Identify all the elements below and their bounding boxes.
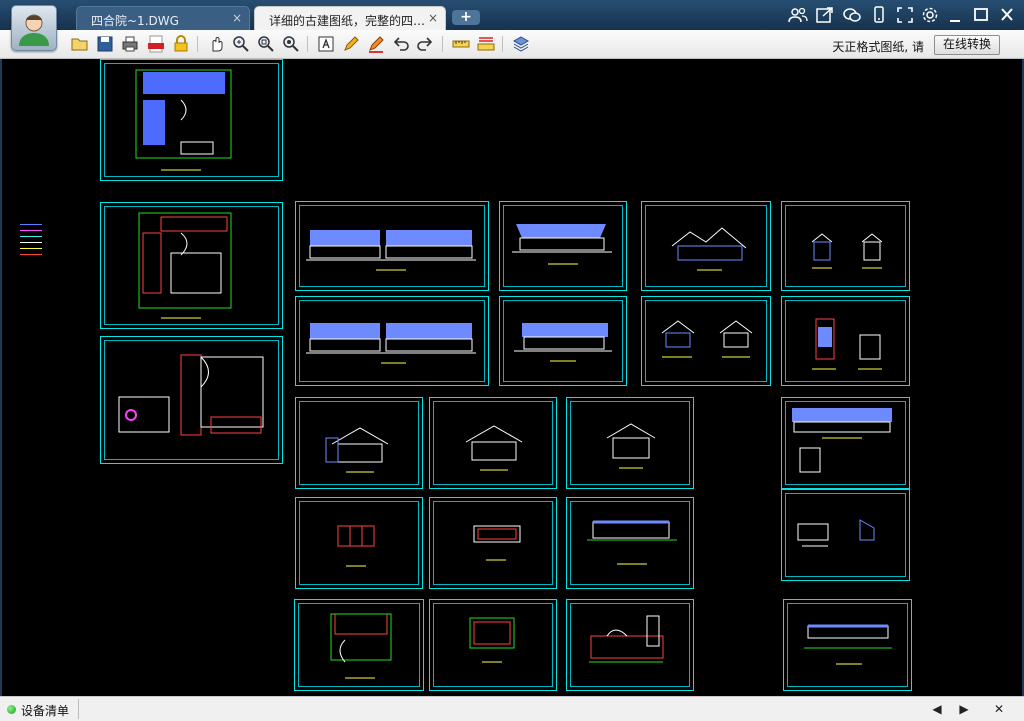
drawing-sheet-plan[interactable] [429,497,557,589]
drawing-sheet-plan[interactable] [429,599,557,691]
tab-detailed-drawing[interactable]: 详细的古建图纸，完整的四… × [254,6,446,30]
drawing-sheet-elevation[interactable] [499,201,627,291]
prev-page-icon[interactable]: ◀ [928,701,946,717]
pan-icon[interactable] [205,33,227,55]
drawing-sheet-elevation[interactable] [499,296,627,386]
toolbar-separator [502,36,503,52]
share-icon[interactable] [815,6,835,24]
new-tab-button[interactable]: + [452,10,480,25]
zoom-in-icon[interactable] [230,33,252,55]
drawing-sheet-detail[interactable] [781,489,910,581]
close-icon[interactable]: × [428,11,438,25]
drawing-canvas[interactable] [2,59,1022,696]
drawing-sheet-plan[interactable] [566,599,694,691]
next-page-icon[interactable]: ▶ [955,701,973,717]
toolbar-separator [442,36,443,52]
mobile-icon[interactable] [869,6,889,24]
drawing-sheet-section[interactable] [641,296,771,386]
text-icon[interactable] [315,33,337,55]
toolbar: 天正格式图纸, 请 在线转换 [0,30,1024,59]
chat-icon[interactable] [842,6,862,24]
legend-line [20,230,42,231]
online-convert-button[interactable]: 在线转换 [933,35,1000,55]
maximize-icon[interactable] [971,6,991,24]
legend-line [20,254,42,255]
avatar[interactable] [11,5,57,51]
equipment-list-label[interactable]: 设备清单 [21,702,69,719]
legend-line [20,248,42,249]
save-icon[interactable] [94,33,116,55]
legend-line [20,236,42,237]
layers-icon[interactable] [510,33,532,55]
drawing-sheet-plan[interactable] [295,497,423,589]
drawing-sheet-elevation[interactable] [781,397,910,489]
zoom-window-icon[interactable] [255,33,277,55]
drawing-sheet-section[interactable] [429,397,557,489]
drawing-sheet-plan[interactable] [100,202,283,329]
toolbar-separator [307,36,308,52]
undo-icon[interactable] [390,33,412,55]
convert-hint-text: 天正格式图纸, 请 [832,40,924,54]
open-folder-icon[interactable] [69,33,91,55]
measure-icon[interactable] [450,33,472,55]
tab-label: 详细的古建图纸，完整的四… [269,14,426,28]
close-icon[interactable] [997,6,1017,24]
legend-line [20,224,42,225]
drawing-sheet-plan[interactable] [100,336,283,464]
drawing-sheet-elevation[interactable] [783,599,912,691]
drawing-sheet-plan[interactable] [100,59,283,181]
status-separator [78,699,79,719]
status-indicator-icon [7,705,16,714]
close-icon[interactable]: × [232,11,242,25]
redo-icon[interactable] [414,33,436,55]
close-panel-icon[interactable]: ✕ [990,701,1008,717]
toolbar-separator [197,36,198,52]
drawing-sheet-elevation[interactable] [295,201,489,291]
pdf-icon[interactable] [145,33,167,55]
layer-legend [20,224,42,260]
users-icon[interactable] [788,6,808,24]
drawing-sheet-elevation[interactable] [295,296,489,386]
highlighter-icon[interactable] [365,33,387,55]
legend-line [20,242,42,243]
drawing-sheet-plan[interactable] [294,599,424,691]
drawing-sheet-detail[interactable] [781,296,910,386]
drawing-sheet-section[interactable] [641,201,771,291]
print-icon[interactable] [119,33,141,55]
pencil-icon[interactable] [340,33,362,55]
tab-siheyuan-dwg[interactable]: 四合院~1.DWG × [76,6,250,30]
fullscreen-icon[interactable] [895,6,915,24]
tab-label: 四合院~1.DWG [91,14,179,28]
minimize-icon[interactable] [945,6,965,24]
drawing-sheet-elevation[interactable] [566,497,694,589]
measure-area-icon[interactable] [475,33,497,55]
drawing-sheet-section[interactable] [566,397,694,489]
drawing-sheet-section[interactable] [295,397,423,489]
lock-icon[interactable] [170,33,192,55]
drawing-sheet-detail[interactable] [781,201,910,291]
title-bar: 四合院~1.DWG × 详细的古建图纸，完整的四… × + [0,0,1024,30]
status-bar: 设备清单 ◀ ▶ ✕ [0,696,1024,721]
gear-icon[interactable] [920,6,940,24]
zoom-extents-icon[interactable] [280,33,302,55]
